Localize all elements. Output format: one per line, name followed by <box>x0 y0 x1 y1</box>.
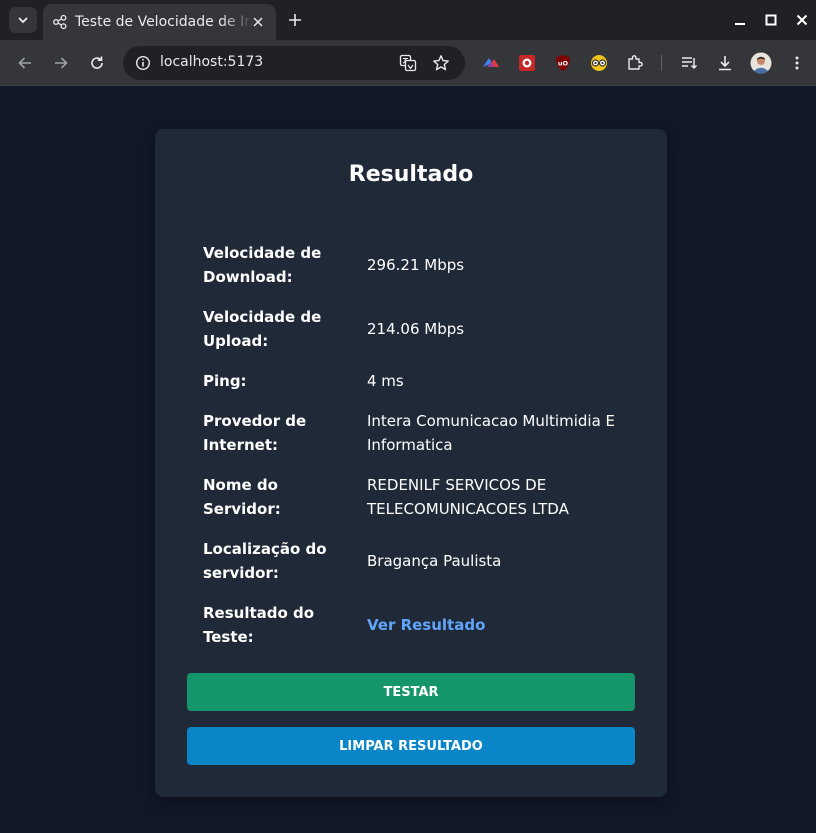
info-icon[interactable] <box>131 51 155 75</box>
page-viewport: Resultado Velocidade de Download: 296.21… <box>0 87 816 833</box>
server-location-label: Localização do servidor: <box>203 540 327 582</box>
address-bar[interactable]: localhost:5173 <box>123 46 465 80</box>
more-menu-icon[interactable] <box>785 51 809 75</box>
ublock-icon[interactable]: uO <box>551 51 575 75</box>
result-title: Resultado <box>348 162 474 187</box>
profile-avatar-icon[interactable] <box>749 51 773 75</box>
provider-value: Intera Comunicacao Multimidia E Informat… <box>367 412 616 454</box>
minimize-icon[interactable] <box>728 8 752 32</box>
reload-icon[interactable] <box>85 51 109 75</box>
server-name-label: Nome do Servidor: <box>203 476 281 518</box>
download-value: 296.21 Mbps <box>367 256 465 274</box>
clear-result-button[interactable]: LIMPAR RESULTADO <box>187 727 635 765</box>
download-icon[interactable] <box>713 51 737 75</box>
ping-label: Ping: <box>203 372 247 390</box>
translate-icon[interactable] <box>396 51 420 75</box>
red-extension-icon[interactable] <box>515 51 539 75</box>
test-result-label: Resultado do Teste: <box>203 604 315 646</box>
tab-strip: Teste de Velocidade de Internet <box>0 0 816 40</box>
provider-label: Provedor de Internet: <box>203 412 307 454</box>
upload-label: Velocidade de Upload: <box>203 308 322 350</box>
server-name-value: REDENILF SERVICOS DE TELECOMUNICACOES LT… <box>367 476 569 518</box>
reading-list-icon[interactable] <box>677 51 701 75</box>
browser-tab[interactable]: Teste de Velocidade de Internet <box>43 4 276 40</box>
chevron-down-icon <box>18 17 28 24</box>
close-window-icon[interactable] <box>790 8 814 32</box>
share-nodes-icon <box>52 14 68 30</box>
vpn-extension-icon[interactable] <box>479 51 503 75</box>
tab-search-button[interactable] <box>9 7 37 33</box>
upload-value: 214.06 Mbps <box>367 320 465 338</box>
download-label: Velocidade de Download: <box>203 244 322 286</box>
toolbar-separator <box>661 55 662 71</box>
view-result-link[interactable]: Ver Resultado <box>367 613 635 637</box>
server-location-value: Bragança Paulista <box>367 552 502 570</box>
browser-toolbar: localhost:5173 uO <box>0 40 816 86</box>
puzzle-icon[interactable] <box>623 51 647 75</box>
result-card: Resultado Velocidade de Download: 296.21… <box>155 129 667 797</box>
plus-icon[interactable] <box>283 8 307 32</box>
arrow-back-icon[interactable] <box>13 51 37 75</box>
close-icon[interactable] <box>250 14 266 30</box>
tab-title: Teste de Velocidade de Internet <box>75 14 253 30</box>
maximize-icon[interactable] <box>759 8 783 32</box>
glasses-extension-icon[interactable] <box>587 51 611 75</box>
test-button[interactable]: TESTAR <box>187 673 635 711</box>
star-icon[interactable] <box>429 51 453 75</box>
arrow-forward-icon[interactable] <box>49 51 73 75</box>
svg-text:uO: uO <box>558 60 569 68</box>
url-text: localhost:5173 <box>160 54 264 70</box>
ping-value: 4 ms <box>367 372 404 390</box>
